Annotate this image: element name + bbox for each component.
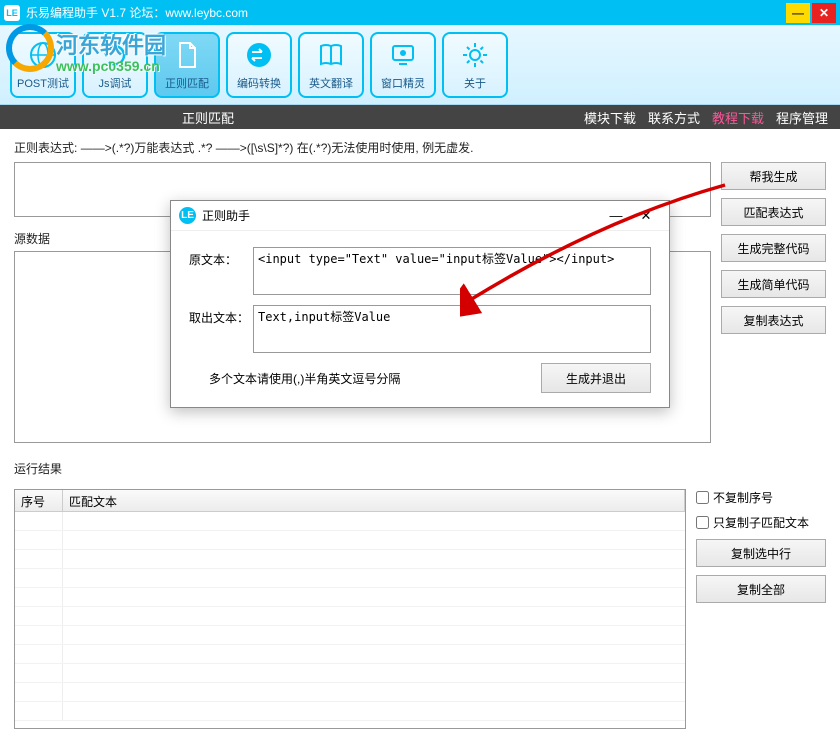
menu-tutorial-download[interactable]: 教程下载: [712, 108, 764, 127]
tool-label: 英文翻译: [309, 75, 353, 91]
dialog-title: 正则助手: [202, 207, 601, 224]
tool-js-debug[interactable]: Js调试: [82, 32, 148, 98]
gear-icon: [459, 39, 491, 71]
generate-simple-code-button[interactable]: 生成简单代码: [721, 270, 826, 298]
dialog-body: 原文本： 取出文本： 多个文本请使用(,)半角英文逗号分隔 生成并退出: [171, 231, 669, 407]
only-copy-sub-checkbox[interactable]: 只复制子匹配文本: [696, 514, 826, 531]
table-row[interactable]: [15, 683, 685, 702]
table-row[interactable]: [15, 702, 685, 721]
menu-module-download[interactable]: 模块下载: [584, 108, 636, 127]
tool-label: POST测试: [17, 75, 69, 91]
main-titlebar: LE 乐易编程助手 V1.7 论坛：www.leybc.com — ✕: [0, 0, 840, 25]
tool-encode-convert[interactable]: 编码转换: [226, 32, 292, 98]
main-toolbar: POST测试 Js调试 正则匹配 编码转换 英文翻译 窗口精灵 关于: [0, 25, 840, 105]
minimize-button[interactable]: —: [786, 3, 810, 23]
tool-regex-match[interactable]: 正则匹配: [154, 32, 220, 98]
dialog-close-button[interactable]: ✕: [631, 205, 661, 227]
regex-helper-dialog: LE 正则助手 — ✕ 原文本： 取出文本： 多个文本请使用(,)半角英文逗号分…: [170, 200, 670, 408]
no-copy-index-checkbox[interactable]: 不复制序号: [696, 489, 826, 506]
table-row[interactable]: [15, 626, 685, 645]
menu-program-manage[interactable]: 程序管理: [776, 108, 828, 127]
globe-icon: [27, 39, 59, 71]
app-icon: LE: [4, 5, 20, 21]
run-result-label: 运行结果: [14, 460, 826, 477]
tool-label: 编码转换: [237, 75, 281, 91]
table-row[interactable]: [15, 531, 685, 550]
menu-contact[interactable]: 联系方式: [648, 108, 700, 127]
document-icon: [171, 39, 203, 71]
generate-for-me-button[interactable]: 帮我生成: [721, 162, 826, 190]
window-title: 乐易编程助手 V1.7 论坛：www.leybc.com: [26, 4, 784, 21]
dialog-hint: 多个文本请使用(,)半角英文逗号分隔: [189, 370, 541, 387]
regex-hint-line: 正则表达式: ——>(.*?)万能表达式 .*? ——>([\s\S]*?) 在…: [14, 139, 826, 156]
table-header: 序号 匹配文本: [15, 490, 685, 512]
tool-post-test[interactable]: POST测试: [10, 32, 76, 98]
checkbox-input[interactable]: [696, 516, 709, 529]
col-index-header: 序号: [15, 490, 63, 511]
swap-icon: [243, 39, 275, 71]
copy-expression-button[interactable]: 复制表达式: [721, 306, 826, 334]
regex-label: 正则表达式:: [14, 141, 77, 155]
dialog-app-icon: LE: [179, 207, 196, 224]
close-button[interactable]: ✕: [812, 3, 836, 23]
dialog-minimize-button[interactable]: —: [601, 205, 631, 227]
table-row[interactable]: [15, 550, 685, 569]
menubar-section-title: 正则匹配: [12, 108, 572, 127]
tool-window-spy[interactable]: 窗口精灵: [370, 32, 436, 98]
dialog-source-label: 原文本：: [189, 247, 253, 268]
dialog-titlebar[interactable]: LE 正则助手 — ✕: [171, 201, 669, 231]
book-icon: [315, 39, 347, 71]
checkbox-label: 不复制序号: [713, 489, 773, 506]
table-row[interactable]: [15, 512, 685, 531]
results-table[interactable]: 序号 匹配文本: [14, 489, 686, 729]
table-row[interactable]: [15, 588, 685, 607]
tool-label: Js调试: [99, 75, 132, 91]
copy-all-button[interactable]: 复制全部: [696, 575, 826, 603]
tool-label: 正则匹配: [165, 75, 209, 91]
col-matched-header: 匹配文本: [63, 490, 685, 511]
table-row[interactable]: [15, 607, 685, 626]
generate-full-code-button[interactable]: 生成完整代码: [721, 234, 826, 262]
tool-about[interactable]: 关于: [442, 32, 508, 98]
dialog-extract-label: 取出文本：: [189, 305, 253, 326]
table-row[interactable]: [15, 645, 685, 664]
match-expression-button[interactable]: 匹配表达式: [721, 198, 826, 226]
tool-label: 窗口精灵: [381, 75, 425, 91]
table-row[interactable]: [15, 664, 685, 683]
checkbox-label: 只复制子匹配文本: [713, 514, 809, 531]
regex-hint-text: ——>(.*?)万能表达式 .*? ——>([\s\S]*?) 在(.*?)无法…: [81, 141, 474, 155]
copy-selected-button[interactable]: 复制选中行: [696, 539, 826, 567]
refresh-icon: [99, 39, 131, 71]
dialog-source-input[interactable]: [253, 247, 651, 295]
table-row[interactable]: [15, 569, 685, 588]
monitor-icon: [387, 39, 419, 71]
dialog-generate-exit-button[interactable]: 生成并退出: [541, 363, 651, 393]
checkbox-input[interactable]: [696, 491, 709, 504]
menubar: 正则匹配 模块下载 联系方式 教程下载 程序管理: [0, 105, 840, 129]
tool-english-translate[interactable]: 英文翻译: [298, 32, 364, 98]
dialog-extract-input[interactable]: [253, 305, 651, 353]
tool-label: 关于: [464, 75, 486, 91]
